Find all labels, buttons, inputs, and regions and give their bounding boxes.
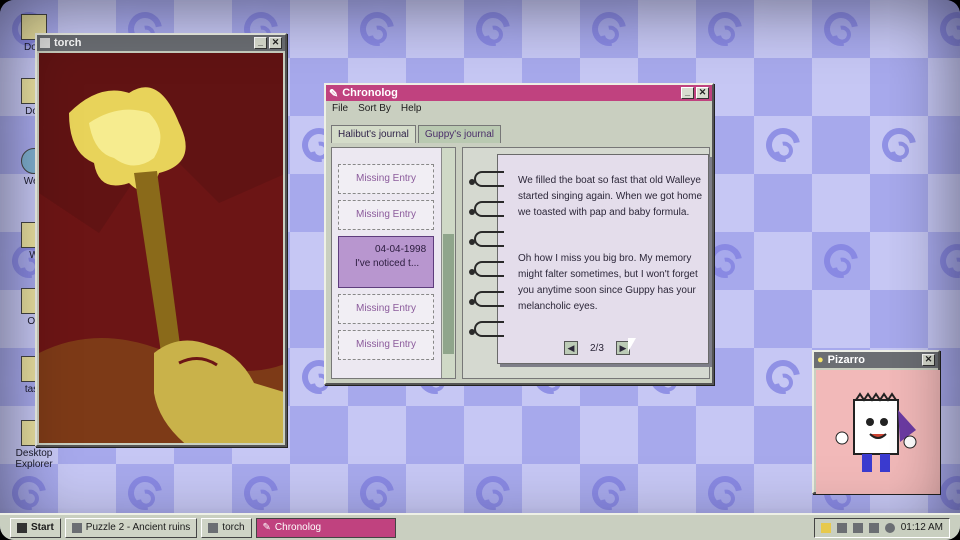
start-logo-icon [17, 522, 27, 533]
chronolog-title: Chronolog [342, 87, 398, 99]
close-button[interactable]: ✕ [922, 354, 935, 366]
torch-window[interactable]: torch _ ✕ [35, 33, 287, 447]
wallpaper-swirl-icon [469, 5, 517, 53]
chronolog-window[interactable]: ✎ Chronolog _ ✕ File Sort By Help Halibut… [324, 83, 714, 385]
taskbar: Start Puzzle 2 - Ancient ruins torch ✎ Ch… [0, 513, 960, 540]
binder-hole-icon [469, 179, 475, 185]
chronolog-titlebar[interactable]: ✎ Chronolog _ ✕ [326, 85, 712, 101]
wallpaper-swirl-icon [5, 469, 53, 517]
binder-ring-icon [474, 321, 504, 337]
entry-selected[interactable]: 04-04-1998 I've noticed t... [338, 236, 434, 288]
menu-help[interactable]: Help [401, 103, 422, 114]
entry-missing[interactable]: Missing Entry [338, 294, 434, 324]
wallpaper-swirl-icon [469, 469, 517, 517]
journal-page: We filled the boat so fast that old Wall… [469, 154, 709, 364]
entry-missing[interactable]: Missing Entry [338, 164, 434, 194]
journal-paragraph-2: Oh how I miss you big bro. My memory mig… [518, 253, 698, 312]
entry-missing[interactable]: Missing Entry [338, 330, 434, 360]
taskbar-item-chronolog[interactable]: ✎ Chronolog [255, 517, 396, 538]
start-button[interactable]: Start [10, 517, 61, 538]
journal-tabs: Halibut's journal Guppy's journal [331, 125, 502, 143]
binder-ring-icon [474, 201, 504, 217]
wallpaper-swirl-icon [585, 5, 633, 53]
clock-time: 01:12 AM [900, 522, 943, 533]
system-tray: 01:12 AM [813, 517, 950, 538]
binder-hole-icon [469, 299, 475, 305]
desktop: Dow Doc Web W Op task Desktop Explorer t… [0, 0, 960, 540]
network-icon[interactable] [836, 522, 847, 533]
wallpaper-swirl-icon [353, 469, 401, 517]
entry-list-scrollbar[interactable] [441, 148, 455, 378]
wallpaper-swirl-icon [759, 121, 807, 169]
wallpaper-swirl-icon [817, 5, 865, 53]
quill-icon: ✎ [329, 87, 339, 100]
menu-sort-by[interactable]: Sort By [358, 103, 391, 114]
pizarro-window[interactable]: ● Pizarro ✕ [812, 350, 940, 494]
minimize-button[interactable]: _ [681, 87, 694, 99]
wallpaper-swirl-icon [701, 5, 749, 53]
pizarro-assistant-image [816, 370, 940, 494]
minimize-button[interactable]: _ [254, 37, 267, 49]
binder-ring-icon [474, 171, 504, 187]
bulb-icon: ● [817, 354, 824, 366]
binder-ring-icon [474, 261, 504, 277]
taskbar-item-puzzle[interactable]: Puzzle 2 - Ancient ruins [64, 517, 198, 538]
wallpaper-swirl-icon [759, 353, 807, 401]
menu-file[interactable]: File [332, 103, 348, 114]
menubar: File Sort By Help [326, 101, 712, 116]
wallpaper-swirl-icon [353, 5, 401, 53]
bulb-icon[interactable] [820, 522, 831, 533]
image-icon [208, 522, 219, 533]
wallpaper-swirl-icon [701, 469, 749, 517]
page-indicator: 2/3 [590, 342, 604, 354]
entry-list: Missing Entry Missing Entry 04-04-1998 I… [331, 147, 456, 379]
torch-titlebar[interactable]: torch _ ✕ [37, 35, 285, 51]
binder-ring-icon [474, 231, 504, 247]
entry-date: 04-04-1998 [375, 244, 427, 255]
wallpaper-swirl-icon [933, 237, 960, 285]
mouse-cursor [628, 338, 636, 352]
binder-hole-icon [469, 239, 475, 245]
torch-image [39, 53, 283, 443]
journal-page-area: We filled the boat so fast that old Wall… [462, 147, 710, 379]
tab-guppy-journal[interactable]: Guppy's journal [417, 125, 502, 143]
pizarro-titlebar[interactable]: ● Pizarro ✕ [814, 352, 938, 368]
page-navigation: ◀ 2/3 ▶ [564, 341, 630, 355]
volume-icon[interactable] [852, 522, 863, 533]
wallpaper-swirl-icon [875, 121, 923, 169]
prev-page-button[interactable]: ◀ [564, 341, 578, 355]
close-button[interactable]: ✕ [269, 37, 282, 49]
wallpaper-swirl-icon [237, 469, 285, 517]
quill-icon: ✎ [262, 522, 271, 533]
torch-title: torch [54, 37, 82, 49]
entry-missing[interactable]: Missing Entry [338, 200, 434, 230]
pizarro-title: Pizarro [827, 354, 865, 366]
puzzle-icon [71, 522, 82, 533]
wallpaper-swirl-icon [817, 237, 865, 285]
close-button[interactable]: ✕ [696, 87, 709, 99]
scroll-thumb[interactable] [443, 234, 454, 354]
wallpaper-swirl-icon [121, 469, 169, 517]
wallpaper-swirl-icon [585, 469, 633, 517]
wallpaper-swirl-icon [933, 5, 960, 53]
binder-hole-icon [469, 269, 475, 275]
entry-preview: I've noticed t... [355, 258, 420, 269]
image-icon [40, 38, 50, 48]
journal-paragraph-1: We filled the boat so fast that old Wall… [518, 175, 702, 218]
clock-icon [884, 522, 895, 533]
binder-hole-icon [469, 329, 475, 335]
binder-hole-icon [469, 209, 475, 215]
monitor-icon[interactable] [868, 522, 879, 533]
taskbar-item-torch[interactable]: torch [201, 517, 252, 538]
binder-ring-icon [474, 291, 504, 307]
tab-halibut-journal[interactable]: Halibut's journal [331, 125, 416, 143]
